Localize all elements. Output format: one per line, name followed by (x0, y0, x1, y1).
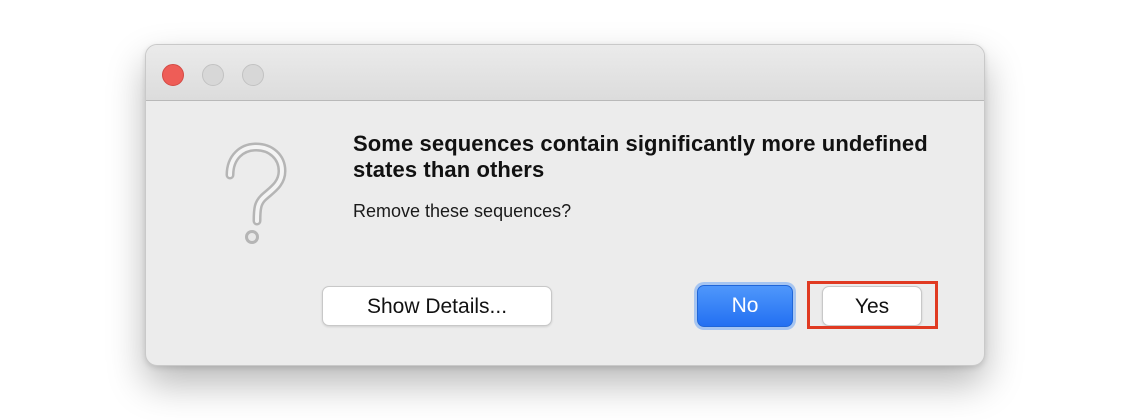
dialog-title: Some sequences contain significantly mor… (353, 131, 928, 182)
show-details-button[interactable]: Show Details... (322, 286, 552, 326)
title-bar (146, 45, 984, 101)
close-window-icon[interactable] (162, 64, 184, 86)
zoom-window-icon[interactable] (242, 64, 264, 86)
yes-button-highlight-box (807, 281, 938, 329)
screen: Some sequences contain significantly mor… (0, 0, 1134, 420)
no-button[interactable]: No (697, 285, 793, 327)
question-mark-icon (225, 142, 287, 244)
dialog-message: Remove these sequences? (353, 201, 572, 221)
minimize-window-icon[interactable] (202, 64, 224, 86)
